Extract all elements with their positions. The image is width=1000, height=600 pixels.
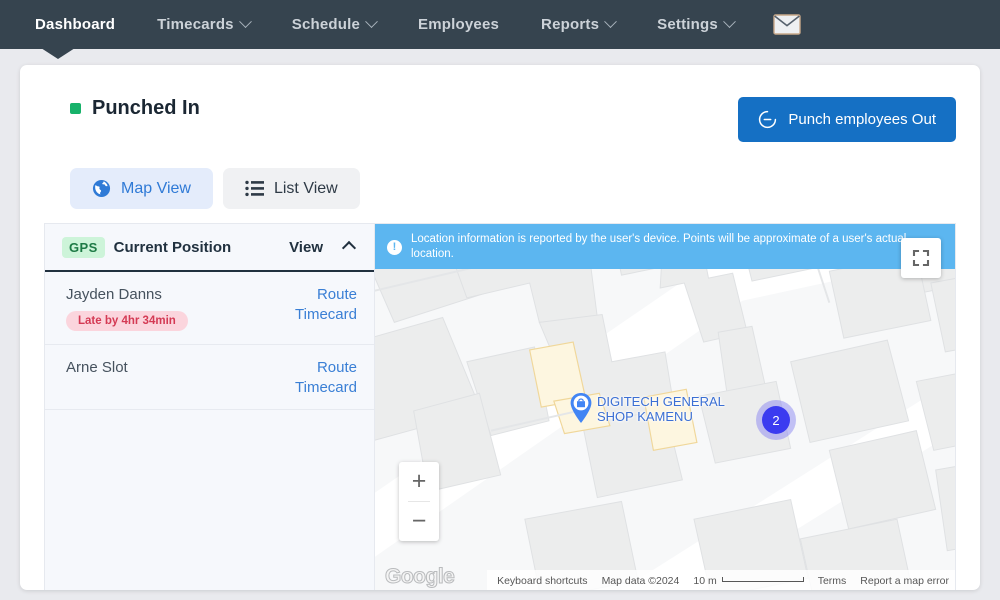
- route-link[interactable]: Route: [317, 359, 357, 376]
- panel-title: Current Position: [113, 239, 232, 256]
- nav-item-schedule[interactable]: Schedule: [271, 0, 397, 49]
- nav-item-label: Dashboard: [35, 16, 116, 33]
- view-tabs: Map View List View: [70, 168, 956, 209]
- nav-item-reports[interactable]: Reports: [520, 0, 636, 49]
- map-scale: 10 m: [693, 575, 804, 587]
- view-link[interactable]: View: [289, 239, 323, 256]
- page-title-label: Punched In: [92, 97, 200, 119]
- terms-link[interactable]: Terms: [818, 575, 847, 587]
- content-split: GPS Current Position View Jayden Danns L…: [44, 223, 956, 590]
- status-dot-icon: [70, 103, 81, 114]
- chevron-up-icon[interactable]: [341, 240, 357, 255]
- zoom-out-button[interactable]: −: [399, 502, 439, 541]
- map-attribution-bar: Keyboard shortcuts Map data ©2024 10 m T…: [487, 570, 955, 590]
- chevron-down-icon: [604, 15, 617, 29]
- nav-item-timecards[interactable]: Timecards: [136, 0, 271, 49]
- map-canvas[interactable]: ! Location information is reported by th…: [374, 223, 956, 590]
- employee-actions: Route Timecard: [295, 286, 357, 323]
- nav-item-settings[interactable]: Settings: [636, 0, 755, 49]
- nav-item-label: Schedule: [291, 16, 361, 33]
- map-data-label: Map data ©2024: [601, 575, 680, 587]
- keyboard-shortcuts-link[interactable]: Keyboard shortcuts: [497, 575, 587, 587]
- nav-item-label: Employees: [418, 16, 500, 33]
- card-header: Punched In Punch employees Out: [44, 89, 956, 142]
- employee-info: Arne Slot: [66, 359, 128, 376]
- page-body: Punched In Punch employees Out Map View: [0, 49, 1000, 600]
- page-title: Punched In: [44, 97, 200, 120]
- map-poi-digitech[interactable]: DIGITECH GENERAL SHOP KAMENU: [569, 392, 725, 424]
- punch-out-circle-icon: [759, 110, 777, 129]
- zoom-in-button[interactable]: +: [399, 462, 439, 501]
- dashboard-card: Punched In Punch employees Out Map View: [20, 65, 980, 590]
- nav-item-messages[interactable]: [755, 14, 819, 35]
- chevron-down-icon: [723, 15, 736, 29]
- employee-name: Arne Slot: [66, 359, 128, 376]
- envelope-icon: [773, 14, 801, 35]
- route-link[interactable]: Route: [317, 286, 357, 303]
- globe-icon: [92, 179, 111, 198]
- map-scale-label: 10 m: [693, 575, 717, 587]
- tab-label: List View: [273, 179, 338, 197]
- chevron-down-icon: [238, 15, 252, 29]
- current-position-panel: GPS Current Position View Jayden Danns L…: [44, 223, 374, 590]
- map-info-banner: ! Location information is reported by th…: [375, 224, 955, 269]
- cluster-count: 2: [762, 406, 790, 434]
- gps-badge: GPS: [62, 237, 105, 258]
- punch-button-label: Punch employees Out: [788, 111, 936, 128]
- fullscreen-icon: [912, 249, 930, 267]
- top-navbar: Dashboard Timecards Schedule Employees R…: [0, 0, 1000, 59]
- employee-actions: Route Timecard: [295, 359, 357, 396]
- nav-item-employees[interactable]: Employees: [397, 0, 520, 49]
- fullscreen-button[interactable]: [901, 238, 941, 278]
- nav-item-label: Reports: [541, 16, 600, 33]
- nav-item-dashboard[interactable]: Dashboard: [14, 0, 136, 49]
- nav-item-label: Timecards: [157, 16, 234, 33]
- timecard-link[interactable]: Timecard: [295, 306, 357, 323]
- chevron-down-icon: [365, 15, 378, 29]
- list-item[interactable]: Jayden Danns Late by 4hr 34min Route Tim…: [45, 272, 374, 345]
- tab-label: Map View: [121, 179, 191, 197]
- list-item[interactable]: Arne Slot Route Timecard: [45, 345, 374, 410]
- report-map-error-link[interactable]: Report a map error: [860, 575, 949, 587]
- map-scale-bar: [721, 576, 804, 582]
- map-zoom-controls: + −: [399, 462, 439, 541]
- active-tab-notch: [41, 48, 75, 59]
- status-badge: Late by 4hr 34min: [66, 311, 188, 331]
- current-position-header: GPS Current Position View: [45, 224, 374, 272]
- google-watermark: Google: [384, 565, 455, 589]
- info-icon: !: [387, 240, 402, 255]
- shop-pin-icon: [570, 393, 592, 423]
- map-cluster-marker[interactable]: 2: [756, 400, 796, 440]
- employee-name: Jayden Danns: [66, 286, 162, 303]
- timecard-link[interactable]: Timecard: [295, 379, 357, 396]
- punch-employees-out-button[interactable]: Punch employees Out: [738, 97, 956, 142]
- map-poi-label: DIGITECH GENERAL SHOP KAMENU: [597, 394, 725, 424]
- list-icon: [245, 180, 264, 197]
- tab-list-view[interactable]: List View: [222, 168, 360, 209]
- tab-map-view[interactable]: Map View: [70, 168, 213, 209]
- map-banner-text: Location information is reported by the …: [411, 233, 907, 260]
- employee-info: Jayden Danns Late by 4hr 34min: [66, 286, 188, 331]
- nav-item-label: Settings: [657, 16, 718, 33]
